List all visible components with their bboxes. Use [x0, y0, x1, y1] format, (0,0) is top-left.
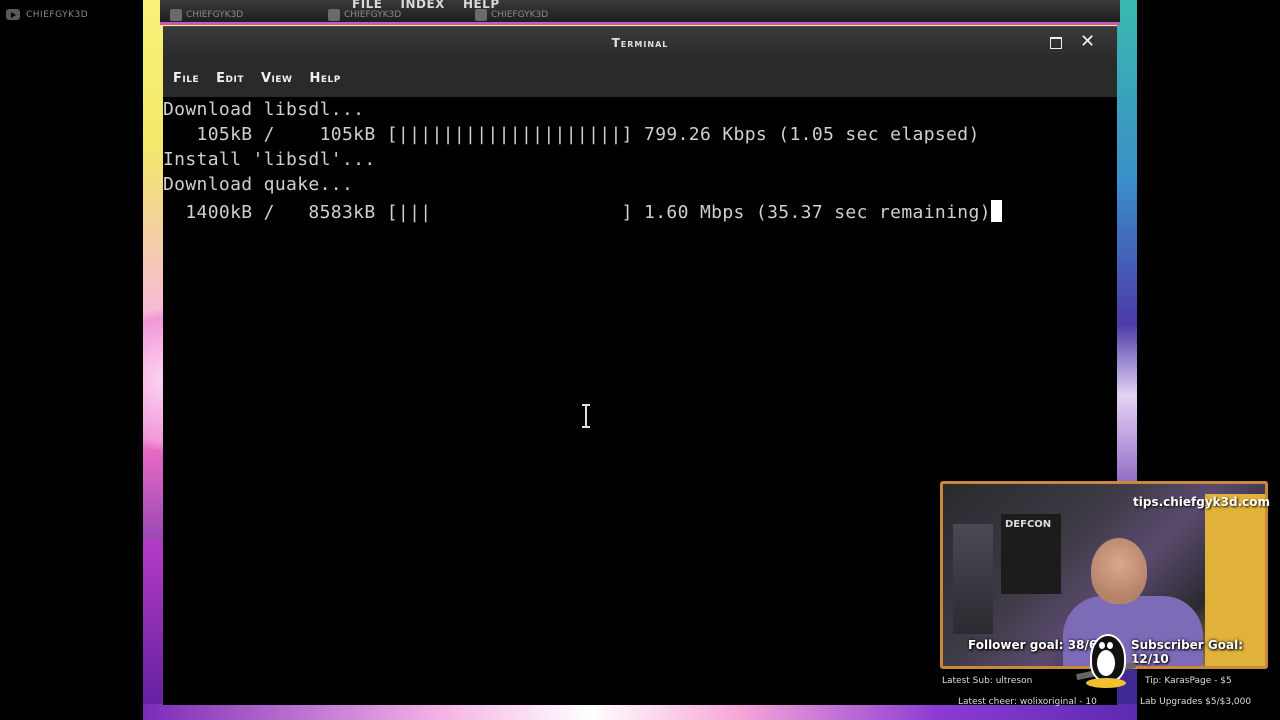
youtube-badge: CHIEFGYK3D [6, 9, 88, 20]
poster-text: DEFCON [1005, 519, 1052, 530]
stream-left-margin: CHIEFGYK3D [0, 0, 143, 720]
social-handle-1: CHIEFGYK3D [186, 10, 244, 20]
output-line: Install 'libsdl'... [163, 149, 376, 170]
tips-url: tips.chiefgyk3d.com [1133, 495, 1271, 509]
webcam-shelf [953, 524, 993, 634]
tux-feet [1086, 678, 1126, 688]
progress-line: 1400kB / 8583kB [||| ] 1.60 Mbps (35.37 … [163, 202, 991, 223]
output-line: 105kB / 105kB [||||||||||||||||||||] 799… [163, 124, 980, 145]
social-handle-2: CHIEFGYK3D [344, 10, 402, 20]
close-icon[interactable]: ✕ [1080, 31, 1095, 52]
youtube-icon [6, 9, 20, 20]
menu-view[interactable]: View [261, 71, 293, 86]
webcam-poster: DEFCON [1001, 514, 1061, 594]
output-line: Download libsdl... [163, 99, 365, 120]
wallpaper-art-2 [143, 540, 165, 720]
maximize-icon[interactable] [1050, 37, 1062, 49]
tux-penguin-icon [1076, 628, 1136, 698]
terminal-titlebar[interactable]: Terminal ✕ [163, 27, 1117, 59]
instagram-icon [170, 9, 182, 21]
social-handle-3: CHIEFGYK3D [491, 10, 549, 20]
tux-eye [1099, 642, 1105, 649]
output-line: Download quake... [163, 174, 354, 195]
latest-tip: Tip: KarasPage - $5 [1145, 676, 1232, 686]
background-window-menubar: FILE INDEX HELP CHIEFGYK3D CHIEFGYK3D CH… [160, 0, 1120, 25]
twitch-icon [328, 9, 340, 21]
lab-upgrades: Lab Upgrades $5/$3,000 [1140, 697, 1252, 707]
social-overlay-3: CHIEFGYK3D [475, 9, 548, 21]
terminal-menubar: File Edit View Help [163, 59, 1117, 97]
menu-help[interactable]: Help [309, 71, 340, 86]
streamer-head [1091, 538, 1147, 604]
ibeam-cursor-icon [582, 404, 590, 428]
youtube-handle: CHIEFGYK3D [26, 9, 89, 20]
social-overlay-1: CHIEFGYK3D [170, 9, 243, 21]
bg-menu-index[interactable]: INDEX [401, 0, 445, 11]
output-line-with-cursor: 1400kB / 8583kB [||| ] 1.60 Mbps (35.37 … [163, 200, 1002, 223]
tiktok-icon [475, 9, 487, 21]
menu-file[interactable]: File [173, 71, 199, 86]
menu-edit[interactable]: Edit [216, 71, 244, 86]
tux-eye [1107, 642, 1113, 649]
latest-sub: Latest Sub: ultreson [942, 676, 1033, 686]
window-title: Terminal [611, 36, 669, 50]
subscriber-goal: Subscriber Goal: 12/10 [1131, 638, 1243, 666]
tux-belly [1097, 650, 1115, 676]
latest-cheer: Latest cheer: wolixoriginal - 10 [958, 697, 1097, 707]
text-cursor [990, 200, 1002, 222]
social-overlay-2: CHIEFGYK3D [328, 9, 401, 21]
